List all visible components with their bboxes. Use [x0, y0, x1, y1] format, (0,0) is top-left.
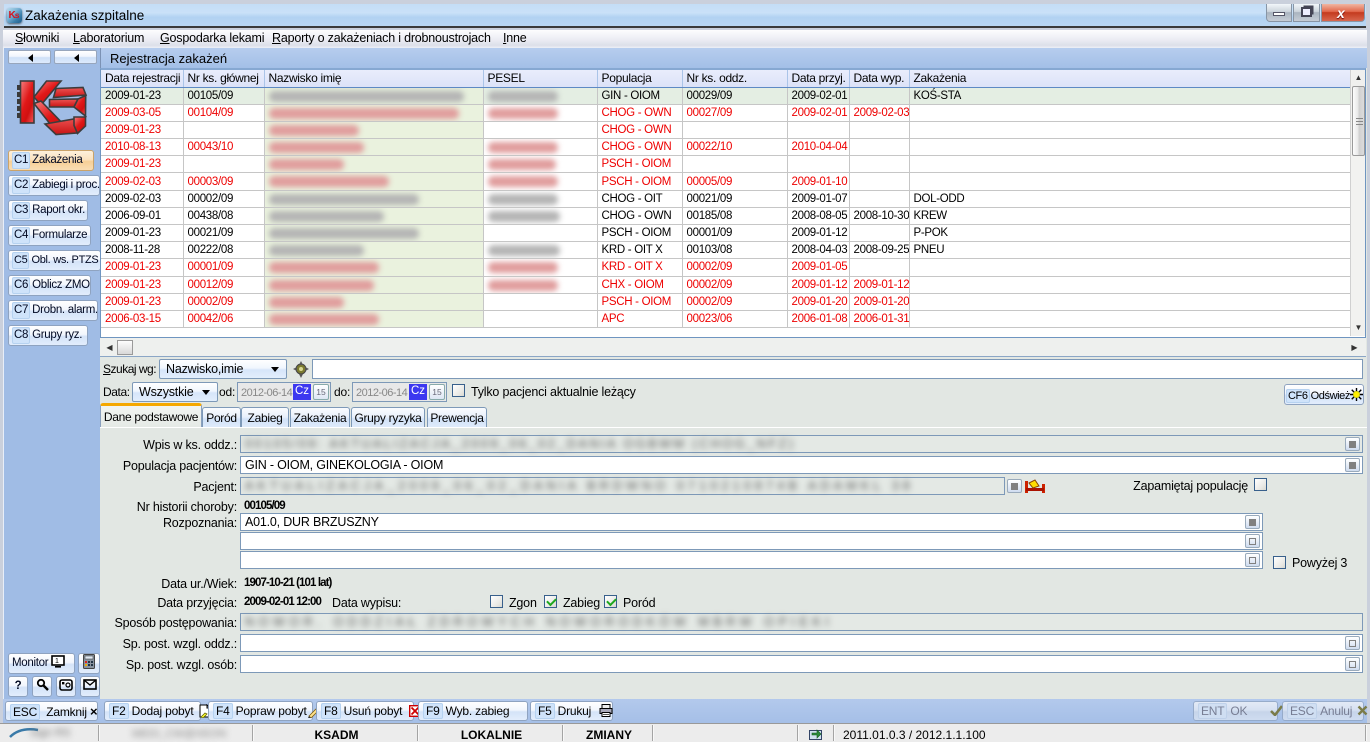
svg-text:1: 1	[55, 658, 59, 665]
